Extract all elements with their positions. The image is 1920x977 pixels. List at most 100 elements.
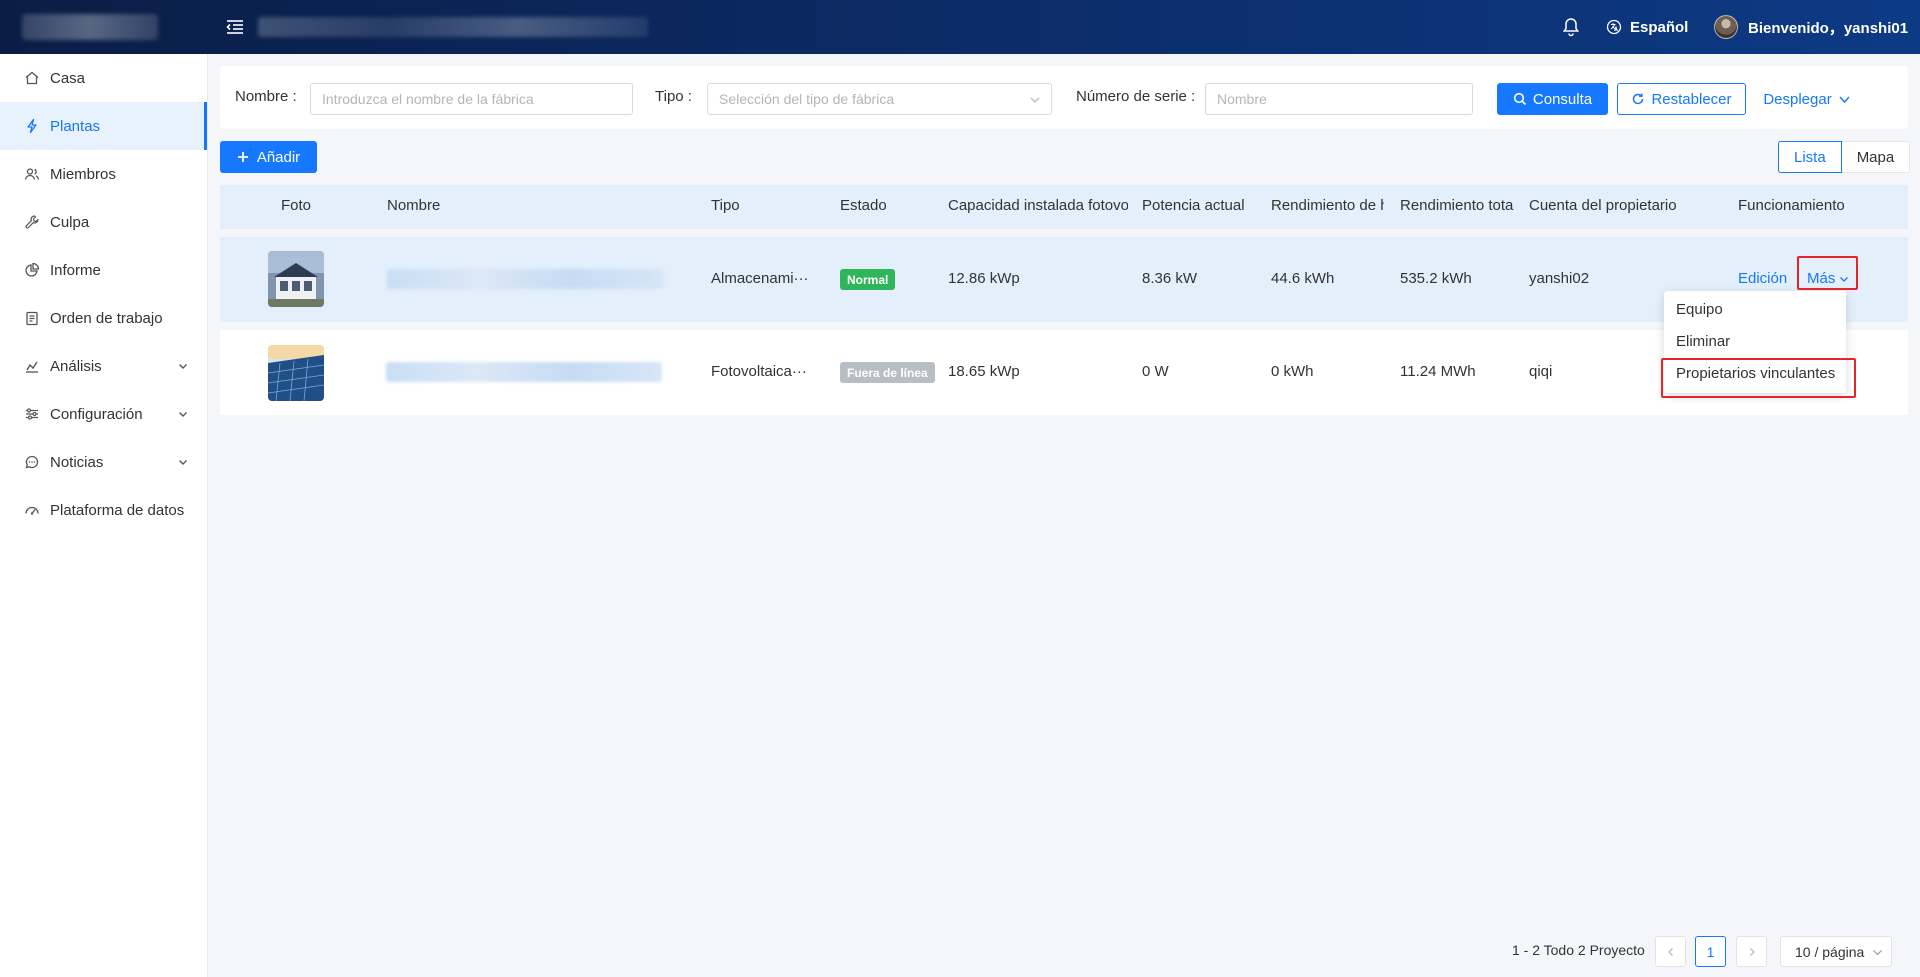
plant-type-select[interactable]: Selección del tipo de fábrica	[707, 83, 1052, 115]
table-header: Foto Nombre Tipo Estado Capacidad instal…	[220, 185, 1908, 229]
filter-bar: Nombre : Tipo : Selección del tipo de fá…	[220, 66, 1908, 129]
sidebar-item-configuracion[interactable]: Configuración	[0, 390, 207, 438]
column-header: Nombre	[387, 197, 441, 214]
plant-type: Fotovoltaica···	[711, 363, 807, 380]
list-view-button[interactable]: Lista	[1778, 141, 1842, 173]
daily-yield: 0 kWh	[1271, 363, 1314, 380]
app-logo	[22, 14, 158, 40]
sidebar-item-noticias[interactable]: Noticias	[0, 438, 207, 486]
chevron-down-icon	[179, 412, 187, 417]
menu-item-eliminar[interactable]: Eliminar	[1664, 325, 1846, 357]
add-plant-button[interactable]: Añadir	[220, 141, 317, 173]
chevron-down-icon	[179, 364, 187, 369]
sidebar-item-plataforma-de-datos[interactable]: Plataforma de datos	[0, 486, 207, 534]
column-header: Foto	[281, 197, 312, 214]
sidebar-item-label: Noticias	[50, 453, 104, 471]
app-title	[258, 17, 648, 37]
column-header: Estado	[840, 197, 887, 214]
language-selector[interactable]: Español	[1606, 16, 1688, 38]
search-button-label: Consulta	[1532, 90, 1593, 108]
expand-filters-button[interactable]: Desplegar	[1762, 83, 1852, 115]
sidebar-item-casa[interactable]: Casa	[0, 54, 207, 102]
reset-button[interactable]: Restablecer	[1617, 83, 1746, 115]
globe-icon	[1606, 19, 1622, 35]
menu-item-equipo[interactable]: Equipo	[1664, 293, 1846, 325]
owner-account: yanshi02	[1529, 270, 1590, 287]
pagination-total: 1 - 2 Todo 2 Proyecto	[1512, 942, 1645, 958]
owner-account: qiqi	[1529, 363, 1553, 380]
chevron-down-icon	[1873, 950, 1882, 956]
chevron-down-icon	[1839, 95, 1850, 103]
view-toggle: Lista Mapa	[1778, 141, 1911, 173]
dashboard-icon	[25, 506, 39, 515]
top-header: Español Bienvenido，yanshi01	[0, 0, 1920, 54]
column-header: Capacidad instalada fotovo	[948, 197, 1128, 214]
installed-capacity: 12.86 kWp	[948, 270, 1020, 287]
chevron-down-icon	[1840, 276, 1849, 282]
plant-photo	[268, 251, 324, 307]
sidebar-item-culpa[interactable]: Culpa	[0, 198, 207, 246]
page-number[interactable]: 1	[1695, 936, 1726, 967]
status-badge: Normal	[840, 269, 896, 290]
map-view-button[interactable]: Mapa	[1841, 141, 1911, 173]
expand-button-label: Desplegar	[1763, 90, 1832, 108]
column-header: Tipo	[711, 197, 740, 214]
chevron-down-icon	[179, 460, 187, 465]
sidebar-item-analisis[interactable]: Análisis	[0, 342, 207, 390]
sidebar-item-miembros[interactable]: Miembros	[0, 150, 207, 198]
chevron-right-icon	[1749, 947, 1755, 956]
serial-filter-label: Número de serie :	[1076, 88, 1196, 105]
daily-yield: 44.6 kWh	[1271, 270, 1335, 287]
sidebar-item-informe[interactable]: Informe	[0, 246, 207, 294]
more-actions-menu: Equipo Eliminar Propietarios vinculantes	[1664, 291, 1846, 393]
total-yield: 11.24 MWh	[1400, 363, 1476, 380]
menu-item-propietarios-vinculantes[interactable]: Propietarios vinculantes	[1664, 357, 1846, 389]
installed-capacity: 18.65 kWp	[948, 363, 1020, 380]
page-size-label: 10 / página	[1795, 943, 1865, 960]
search-icon	[1513, 92, 1526, 106]
bell-icon[interactable]	[1560, 16, 1582, 38]
plant-name-redacted	[386, 362, 662, 382]
prev-page-button[interactable]	[1655, 936, 1686, 967]
user-menu[interactable]: Bienvenido，yanshi01	[1714, 14, 1908, 40]
name-filter-label: Nombre :	[235, 88, 297, 105]
bar-chart-icon	[26, 361, 38, 373]
more-actions-button[interactable]: Más	[1807, 270, 1849, 287]
lightning-icon	[27, 118, 37, 134]
status-badge: Fuera de línea	[840, 362, 935, 383]
column-header: Rendimiento tota	[1400, 197, 1514, 214]
column-header: Cuenta del propietario	[1529, 197, 1677, 214]
welcome-text: Bienvenido，yanshi01	[1748, 19, 1909, 37]
next-page-button[interactable]	[1736, 936, 1767, 967]
plant-name-input[interactable]	[310, 83, 633, 115]
page-size-select[interactable]: 10 / página	[1780, 936, 1892, 967]
column-header: Potencia actual	[1142, 197, 1245, 214]
sidebar: Casa Plantas Miembros Culpa Informe Orde…	[0, 54, 208, 977]
sidebar-item-label: Orden de trabajo	[50, 309, 163, 327]
sidebar-item-label: Informe	[50, 261, 101, 279]
sidebar-item-label: Casa	[50, 69, 86, 87]
sliders-icon	[26, 408, 38, 420]
menu-collapse-icon[interactable]	[224, 16, 246, 38]
edit-link[interactable]: Edición	[1738, 270, 1787, 287]
chevron-left-icon	[1667, 947, 1673, 956]
clipboard-icon	[26, 311, 38, 326]
chat-icon	[25, 455, 39, 469]
table-row: Fotovoltaica··· Fuera de línea 18.65 kWp…	[220, 330, 1908, 415]
add-button-label: Añadir	[256, 148, 301, 166]
column-header: Funcionamiento	[1738, 197, 1845, 214]
search-button[interactable]: Consulta	[1497, 83, 1608, 115]
chevron-down-icon	[1030, 97, 1040, 103]
serial-number-input[interactable]	[1205, 83, 1473, 115]
language-label: Español	[1630, 18, 1689, 36]
sidebar-item-plantas[interactable]: Plantas	[0, 102, 207, 150]
sidebar-item-label: Culpa	[50, 213, 90, 231]
plus-icon	[237, 152, 248, 162]
sidebar-item-label: Plantas	[50, 117, 101, 135]
reset-button-label: Restablecer	[1651, 90, 1732, 108]
sidebar-item-orden-de-trabajo[interactable]: Orden de trabajo	[0, 294, 207, 342]
sidebar-item-label: Configuración	[50, 405, 143, 423]
current-power: 0 W	[1142, 363, 1169, 380]
type-select-placeholder: Selección del tipo de fábrica	[719, 91, 895, 107]
sidebar-item-label: Plataforma de datos	[50, 501, 185, 519]
